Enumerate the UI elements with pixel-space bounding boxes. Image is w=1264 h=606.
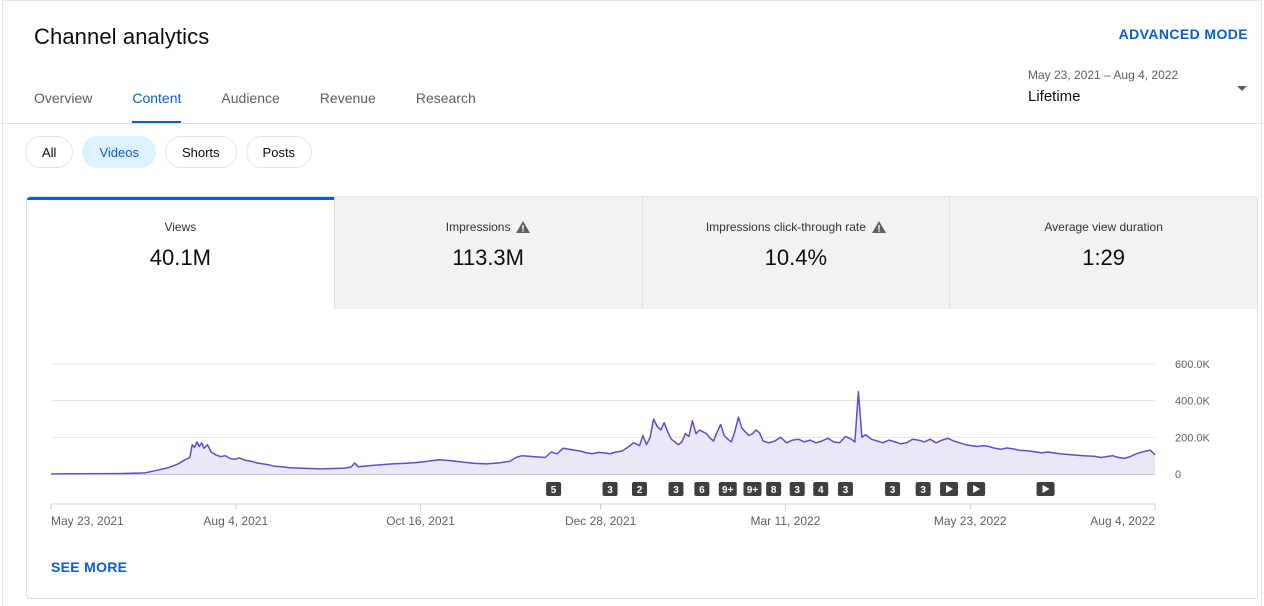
date-range-picker[interactable]: May 23, 2021 – Aug 4, 2022 Lifetime xyxy=(1028,68,1178,105)
svg-text:8: 8 xyxy=(771,485,777,496)
content-type-filters: All Videos Shorts Posts xyxy=(25,136,313,168)
video-marker-play-icon[interactable] xyxy=(967,482,986,496)
video-marker[interactable]: 9+ xyxy=(743,482,762,496)
header-divider xyxy=(0,123,1264,124)
views-chart[interactable]: 0 200.0K 400.0K 600.0K May 23, 2021 Aug 4, 20… xyxy=(27,309,1258,539)
metric-tabs: Views 40.1M Impressions 113.3M Impressio… xyxy=(27,197,1257,309)
views-area xyxy=(51,391,1155,474)
metric-value: 1:29 xyxy=(1082,245,1126,270)
warning-icon[interactable] xyxy=(871,221,886,233)
svg-text:3: 3 xyxy=(673,485,679,496)
y-tick-label: 200.0K xyxy=(1175,432,1211,444)
video-marker-play-icon[interactable] xyxy=(940,482,959,496)
dropdown-arrow-icon[interactable] xyxy=(1237,86,1247,91)
date-range-label: Lifetime xyxy=(1028,88,1081,105)
page-title: Channel analytics xyxy=(34,24,210,49)
chip-shorts[interactable]: Shorts xyxy=(164,136,237,168)
chip-videos[interactable]: Videos xyxy=(82,136,156,168)
metric-label: Views xyxy=(164,220,197,234)
svg-text:3: 3 xyxy=(607,485,613,496)
tab-revenue[interactable]: Revenue xyxy=(320,90,376,124)
warning-icon[interactable] xyxy=(516,221,531,233)
chip-all[interactable]: All xyxy=(25,136,74,168)
svg-text:9+: 9+ xyxy=(747,485,759,496)
chip-posts[interactable]: Posts xyxy=(245,136,313,168)
x-tick-label: Oct 16, 2021 xyxy=(386,514,455,528)
x-tick-label: Aug 4, 2021 xyxy=(203,514,268,528)
x-tick-label: May 23, 2021 xyxy=(51,514,124,528)
analytics-card: Views 40.1M Impressions 113.3M Impressio… xyxy=(26,196,1258,599)
svg-text:3: 3 xyxy=(890,485,896,496)
video-marker[interactable]: 6 xyxy=(694,482,710,496)
y-tick-label: 400.0K xyxy=(1175,396,1211,408)
svg-text:9+: 9+ xyxy=(722,485,734,496)
video-marker[interactable]: 9+ xyxy=(718,482,737,496)
metric-label: Impressions xyxy=(445,220,511,234)
x-tick-label: Dec 28, 2021 xyxy=(565,514,637,528)
y-tick-label: 0 xyxy=(1175,469,1181,481)
tab-research[interactable]: Research xyxy=(416,90,476,124)
svg-text:4: 4 xyxy=(818,485,824,496)
video-marker[interactable]: 3 xyxy=(602,482,618,496)
svg-text:5: 5 xyxy=(551,485,557,496)
x-tick-label: May 23, 2022 xyxy=(934,514,1007,528)
analytics-tabs: Overview Content Audience Revenue Resear… xyxy=(34,90,516,124)
svg-text:2: 2 xyxy=(637,485,643,496)
tab-overview[interactable]: Overview xyxy=(34,90,92,124)
metric-avg-view-duration[interactable]: Average view duration 1:29 xyxy=(950,197,1257,309)
x-tick-label: Mar 11, 2022 xyxy=(751,514,821,528)
video-marker-play-icon[interactable] xyxy=(1036,482,1055,496)
see-more-link[interactable]: SEE MORE xyxy=(51,559,127,575)
y-tick-label: 600.0K xyxy=(1175,359,1211,371)
video-marker[interactable]: 8 xyxy=(766,482,782,496)
metric-ctr[interactable]: Impressions click-through rate 10.4% xyxy=(642,197,951,309)
metric-impressions[interactable]: Impressions 113.3M xyxy=(334,197,643,309)
video-marker[interactable]: 3 xyxy=(668,482,684,496)
video-marker[interactable]: 2 xyxy=(631,482,647,496)
metric-value: 113.3M xyxy=(452,245,524,270)
svg-text:3: 3 xyxy=(920,485,926,496)
svg-text:6: 6 xyxy=(699,485,705,496)
svg-text:3: 3 xyxy=(843,485,849,496)
metric-label: Average view duration xyxy=(1044,220,1163,234)
metric-label: Impressions click-through rate xyxy=(705,220,866,234)
date-range-dates: May 23, 2021 – Aug 4, 2022 xyxy=(1028,68,1179,82)
metric-views[interactable]: Views 40.1M xyxy=(27,197,335,309)
video-marker[interactable]: 3 xyxy=(837,482,853,496)
video-marker[interactable]: 4 xyxy=(813,482,829,496)
metric-value: 40.1M xyxy=(149,245,211,270)
video-marker[interactable]: 3 xyxy=(885,482,901,496)
tab-content[interactable]: Content xyxy=(132,90,182,124)
video-marker[interactable]: 3 xyxy=(789,482,805,496)
metric-value: 10.4% xyxy=(764,245,828,270)
svg-text:3: 3 xyxy=(794,485,800,496)
advanced-mode-link[interactable]: ADVANCED MODE xyxy=(1119,26,1248,42)
video-marker[interactable]: 3 xyxy=(915,482,931,496)
x-tick-label: Aug 4, 2022 xyxy=(1090,514,1155,528)
video-marker[interactable]: 5 xyxy=(546,482,562,496)
tab-audience[interactable]: Audience xyxy=(221,90,279,124)
